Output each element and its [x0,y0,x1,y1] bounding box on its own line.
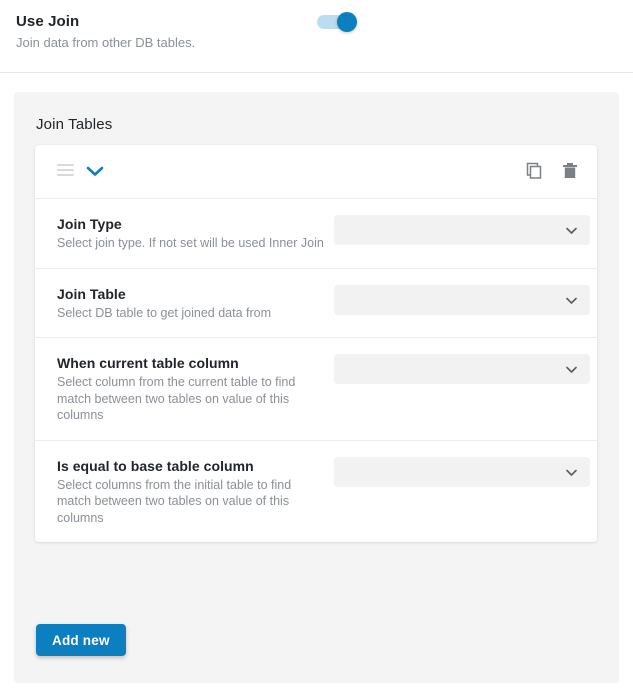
base-table-column-select[interactable] [334,456,590,487]
toggle-knob [337,12,357,32]
join-table-select[interactable] [334,284,590,315]
use-join-text-block: Use Join Join data from other DB tables. [16,12,195,51]
row-label: Join Type [57,216,122,232]
current-table-column-select[interactable] [334,354,590,384]
form-row-current-table-column: When current table column Select column … [35,338,597,441]
join-tables-title: Join Tables [36,116,113,133]
row-label-wrap: Is equal to base table column Select col… [57,457,325,527]
use-join-title: Use Join [16,13,80,30]
row-label: When current table column [57,355,239,371]
use-join-description: Join data from other DB tables. [16,35,196,50]
row-description: Select DB table to get joined data from [57,305,272,320]
add-new-button[interactable]: Add new [36,624,126,656]
drag-handle-line [57,174,74,176]
form-row-base-table-column: Is equal to base table column Select col… [35,441,597,543]
row-label: Join Table [57,285,126,302]
join-table-card: Join Type Select join type. If not set w… [35,145,597,542]
form-row-join-table: Join Table Select DB table to get joined… [35,269,597,338]
row-description: Select column from the current table to … [57,375,296,422]
use-join-toggle[interactable] [317,12,361,32]
row-label-wrap: Join Type Select join type. If not set w… [57,215,325,252]
drag-handle-icon[interactable] [57,164,74,178]
row-label-wrap: Join Table Select DB table to get joined… [57,285,325,322]
form-row-join-type: Join Type Select join type. If not set w… [35,199,597,269]
chevron-down-icon [565,294,578,307]
row-description: Select join type. If not set will be use… [57,236,324,250]
row-label-wrap: When current table column Select column … [57,354,325,424]
trash-icon[interactable] [559,160,581,182]
copy-icon[interactable] [523,160,545,182]
use-join-section: Use Join Join data from other DB tables. [0,0,633,73]
row-label: Is equal to base table column [57,457,254,474]
card-header-actions [523,160,581,182]
chevron-down-icon [565,224,578,237]
join-table-card-header [35,145,597,199]
chevron-down-icon[interactable] [84,163,106,179]
chevron-down-icon [565,363,578,376]
drag-handle-line [57,164,74,166]
join-tables-panel: Join Tables Join Type Select join type. … [14,92,619,683]
row-description: Select columns from the initial table to… [57,477,292,525]
chevron-down-icon [565,466,578,479]
join-type-select[interactable] [334,215,590,245]
drag-handle-line [57,169,74,171]
